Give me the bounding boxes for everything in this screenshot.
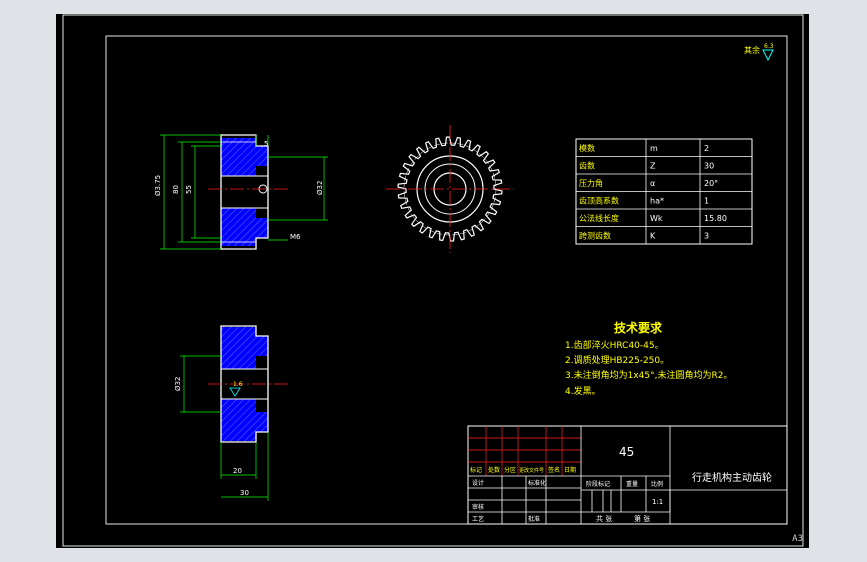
param-symbol: Wk — [650, 214, 663, 223]
tech-req-item: 1.齿部淬火HRC40-45。 — [565, 339, 664, 351]
gear-section-view: Ø3.75 80 55 Ø32 5 M6 — [154, 134, 328, 250]
sheet-size-label: A3 — [792, 534, 803, 544]
dim-width-30: 30 — [240, 489, 249, 497]
title-material: 45 — [619, 445, 634, 459]
review-label: 审核 — [472, 503, 484, 511]
param-value: 2 — [704, 144, 709, 153]
param-value: 20° — [704, 179, 718, 188]
gear-front-view — [386, 125, 514, 253]
rev-header-label: 更改文件号 — [519, 467, 544, 474]
hub-section-hatch-top — [256, 146, 268, 166]
param-value: 3 — [704, 232, 709, 241]
dim-diameter-80: 80 — [172, 185, 180, 194]
dim-tap-thread: M6 — [290, 233, 301, 241]
engineering-drawing: 其余 6.3 Ø3.75 80 55 Ø32 5 M6 Ø32 20 30 1.… — [62, 14, 804, 547]
rev-header-label: 标记 — [470, 466, 482, 474]
rev-header-label: 处数 — [488, 466, 500, 474]
param-name: 齿顶高系数 — [579, 196, 619, 206]
param-symbol: Z — [650, 162, 656, 171]
scale-label: 比例 — [651, 480, 663, 488]
standard-label: 标准化 — [528, 479, 546, 487]
dim-width-20: 20 — [233, 467, 242, 475]
drawing-canvas[interactable]: 其余 6.3 Ø3.75 80 55 Ø32 5 M6 Ø32 20 30 1.… — [56, 14, 809, 548]
param-symbol: K — [650, 232, 656, 241]
title-part-name: 行走机构主动齿轮 — [692, 471, 772, 484]
param-name: 齿数 — [579, 161, 595, 171]
inner-frame — [105, 35, 788, 525]
design-label: 设计 — [472, 479, 484, 487]
dim-bore: Ø32 — [316, 181, 324, 195]
dim-lower-bore: Ø32 — [174, 377, 182, 391]
outer-border — [62, 14, 804, 547]
parameter-table: 模数 m 2 齿数 Z 30 压力角 α 20° 齿顶高系数 ha* 1 公法线… — [575, 138, 753, 245]
sheets-total: 共 张 — [596, 514, 612, 523]
param-value: 30 — [704, 162, 714, 171]
roughness-note: 其余 6.3 — [744, 43, 774, 62]
gear-lower-view: Ø32 20 30 1.6 — [174, 325, 288, 501]
rev-header-label: 签名 — [548, 466, 560, 474]
stage-mark-label: 阶段标记 — [586, 480, 610, 488]
param-name: 压力角 — [579, 178, 603, 188]
rev-header-label: 分区 — [504, 466, 516, 474]
scale-value: 1:1 — [652, 498, 663, 506]
tech-req-title: 技术要求 — [614, 320, 663, 335]
rev-header-label: 日期 — [564, 466, 576, 474]
param-value: 15.80 — [704, 214, 727, 223]
tech-req-item: 4.发黑。 — [565, 385, 601, 397]
param-name: 跨测齿数 — [579, 231, 611, 241]
param-symbol: ha* — [650, 197, 664, 206]
sheet-number: 第 张 — [634, 514, 650, 523]
param-value: 1 — [704, 197, 709, 206]
dim-lower-roughness: 1.6 — [233, 381, 243, 388]
dim-diameter-55: 55 — [185, 185, 193, 194]
param-name: 公法线长度 — [579, 213, 619, 223]
param-symbol: α — [650, 179, 655, 188]
roughness-note-value: 6.3 — [764, 43, 774, 50]
process-label: 工艺 — [472, 515, 484, 523]
roughness-symbol-icon — [762, 49, 774, 62]
dim-outer-diameter: Ø3.75 — [154, 175, 162, 196]
dim-keyway: 5 — [264, 140, 268, 148]
param-symbol: m — [650, 144, 658, 153]
tech-req-item: 3.未注倒角均为1x45°,未注圆角均为R2。 — [565, 369, 732, 381]
hub-section-hatch-bottom — [256, 218, 268, 238]
title-block: 45 行走机构主动齿轮 标记 处数 分区 更改文件号 签名 日期 设计 标准化 … — [467, 425, 788, 525]
param-name: 模数 — [579, 143, 595, 153]
roughness-note-label: 其余 — [744, 45, 760, 55]
technical-requirements: 技术要求 1.齿部淬火HRC40-45。 2.调质处理HB225-250。 3.… — [565, 320, 732, 397]
weight-label: 重量 — [626, 480, 638, 488]
tech-req-item: 2.调质处理HB225-250。 — [565, 354, 669, 366]
approve-label: 批准 — [528, 515, 540, 523]
